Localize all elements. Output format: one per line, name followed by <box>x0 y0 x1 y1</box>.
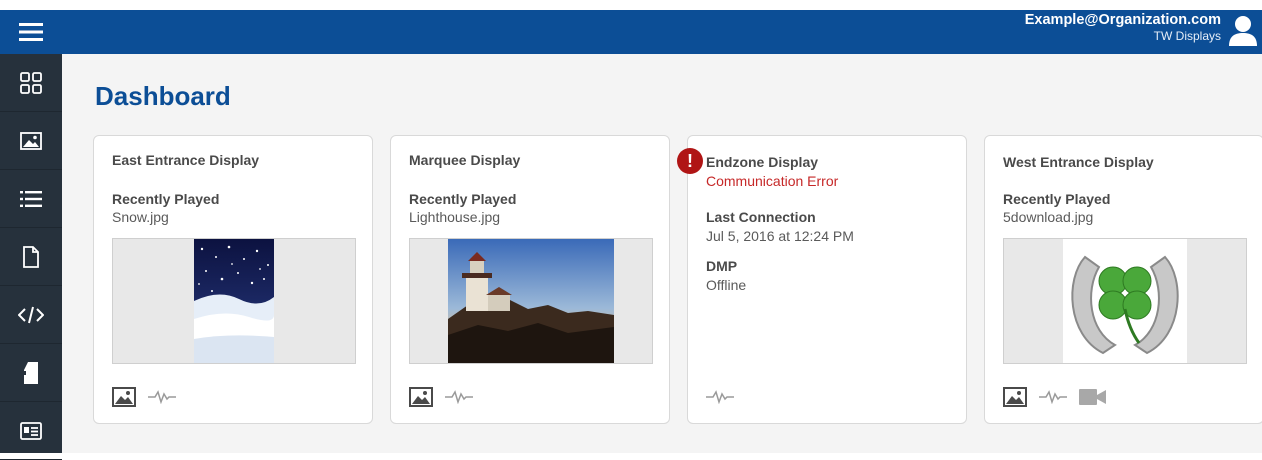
display-card-west-entrance[interactable]: West Entrance Display Recently Played 5d… <box>984 135 1262 424</box>
hamburger-menu-button[interactable] <box>0 10 62 54</box>
activity-pulse-icon[interactable] <box>706 390 734 404</box>
sidebar-item-code[interactable] <box>0 286 62 344</box>
image-icon[interactable] <box>409 387 433 407</box>
snow-thumbnail-image <box>194 239 274 363</box>
sidebar-item-badges[interactable] <box>0 402 62 460</box>
document-icon <box>23 245 39 268</box>
media-thumbnail[interactable] <box>112 238 356 364</box>
card-actions <box>706 386 734 408</box>
user-info[interactable]: Example@Organization.com TW Displays <box>1025 11 1221 43</box>
image-icon[interactable] <box>112 387 136 407</box>
dmp-value: Offline <box>706 277 747 293</box>
recently-played-file: 5download.jpg <box>1003 209 1094 225</box>
sidebar-item-media[interactable] <box>0 112 62 170</box>
video-camera-icon[interactable] <box>1079 388 1107 406</box>
organization-name: TW Displays <box>1153 29 1221 43</box>
device-icon <box>23 361 38 384</box>
sidebar <box>0 10 62 460</box>
activity-pulse-icon[interactable] <box>445 390 473 404</box>
card-actions <box>1003 386 1107 408</box>
display-name: East Entrance Display <box>112 152 260 168</box>
dmp-label: DMP <box>706 258 738 274</box>
recently-played-file: Lighthouse.jpg <box>409 209 501 225</box>
activity-pulse-icon[interactable] <box>148 390 176 404</box>
id-card-icon <box>20 421 42 440</box>
app: Example@Organization.com TW Displays Das… <box>0 10 1262 460</box>
last-connection-value: Jul 5, 2016 at 12:24 PM <box>706 228 854 244</box>
image-library-icon <box>20 131 42 150</box>
clover-horseshoe-thumbnail-image <box>1063 239 1187 363</box>
media-thumbnail[interactable] <box>1003 238 1247 364</box>
lighthouse-thumbnail-image <box>448 239 614 363</box>
page-title: Dashboard <box>95 81 231 111</box>
media-thumbnail[interactable] <box>409 238 653 364</box>
list-icon <box>20 190 42 207</box>
code-icon <box>18 306 44 323</box>
image-icon[interactable] <box>1003 387 1027 407</box>
activity-pulse-icon[interactable] <box>1039 390 1067 404</box>
recently-played-label: Recently Played <box>112 191 220 207</box>
hamburger-menu-icon <box>19 23 43 41</box>
display-card-endzone[interactable]: ! Endzone Display Communication Error La… <box>677 135 967 424</box>
top-bar: Example@Organization.com TW Displays <box>62 10 1262 54</box>
status-error-text: Communication Error <box>706 173 839 189</box>
sidebar-item-devices[interactable] <box>0 344 62 402</box>
card-actions <box>112 386 176 408</box>
dashboard-grid-icon <box>20 71 42 94</box>
user-avatar-icon[interactable] <box>1228 14 1258 46</box>
card-actions <box>409 386 473 408</box>
recently-played-label: Recently Played <box>409 191 517 207</box>
error-alert-icon: ! <box>677 148 703 174</box>
sidebar-item-documents[interactable] <box>0 228 62 286</box>
recently-played-label: Recently Played <box>1003 191 1111 207</box>
display-card-marquee[interactable]: Marquee Display Recently Played Lighthou… <box>390 135 670 424</box>
display-name: Endzone Display <box>706 154 819 170</box>
sidebar-item-playlists[interactable] <box>0 170 62 228</box>
user-email: Example@Organization.com <box>1024 12 1221 28</box>
recently-played-file: Snow.jpg <box>112 209 169 225</box>
display-card-east-entrance[interactable]: East Entrance Display Recently Played Sn… <box>93 135 373 424</box>
display-name: West Entrance Display <box>1003 154 1154 170</box>
display-name: Marquee Display <box>409 152 521 168</box>
sidebar-item-dashboard[interactable] <box>0 54 62 112</box>
last-connection-label: Last Connection <box>706 209 816 225</box>
